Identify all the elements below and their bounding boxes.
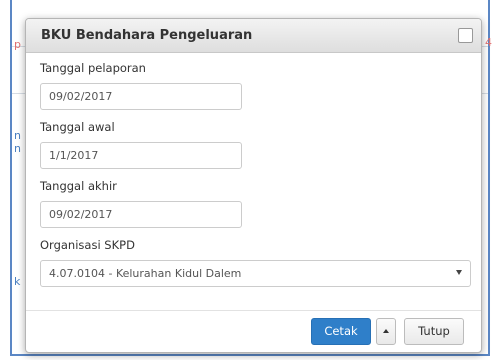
tanggal-pelaporan-value: 09/02/2017	[49, 90, 113, 103]
background-text-fragment: 4	[485, 36, 492, 49]
cetak-options-toggle[interactable]	[376, 318, 396, 345]
tanggal-pelaporan-input[interactable]: 09/02/2017	[40, 83, 242, 110]
background-text-fragment: k	[14, 275, 21, 288]
tanggal-awal-label: Tanggal awal	[40, 120, 115, 134]
background-text-fragment: n	[14, 129, 21, 142]
background-text-fragment: p	[14, 38, 21, 51]
tanggal-akhir-label: Tanggal akhir	[40, 179, 117, 193]
organisasi-skpd-select[interactable]: 4.07.0104 - Kelurahan Kidul Dalem	[40, 260, 471, 287]
close-icon[interactable]	[458, 28, 473, 43]
organisasi-skpd-label: Organisasi SKPD	[40, 238, 135, 252]
tanggal-pelaporan-label: Tanggal pelaporan	[40, 61, 146, 75]
background-text-fragment: n	[14, 142, 21, 155]
dialog-header[interactable]: BKU Bendahara Pengeluaran	[26, 19, 481, 53]
tanggal-akhir-value: 09/02/2017	[49, 208, 113, 221]
dialog-title: BKU Bendahara Pengeluaran	[41, 28, 253, 43]
caret-up-icon	[383, 329, 389, 333]
tutup-button[interactable]: Tutup	[404, 318, 464, 345]
bku-dialog: BKU Bendahara Pengeluaran Tanggal pelapo…	[25, 18, 482, 353]
chevron-down-icon	[456, 270, 462, 275]
tanggal-awal-value: 1/1/2017	[49, 149, 99, 162]
cetak-button[interactable]: Cetak	[311, 318, 371, 345]
tanggal-akhir-input[interactable]: 09/02/2017	[40, 201, 242, 228]
tanggal-awal-input[interactable]: 1/1/2017	[40, 142, 242, 169]
organisasi-skpd-selected: 4.07.0104 - Kelurahan Kidul Dalem	[49, 267, 242, 280]
